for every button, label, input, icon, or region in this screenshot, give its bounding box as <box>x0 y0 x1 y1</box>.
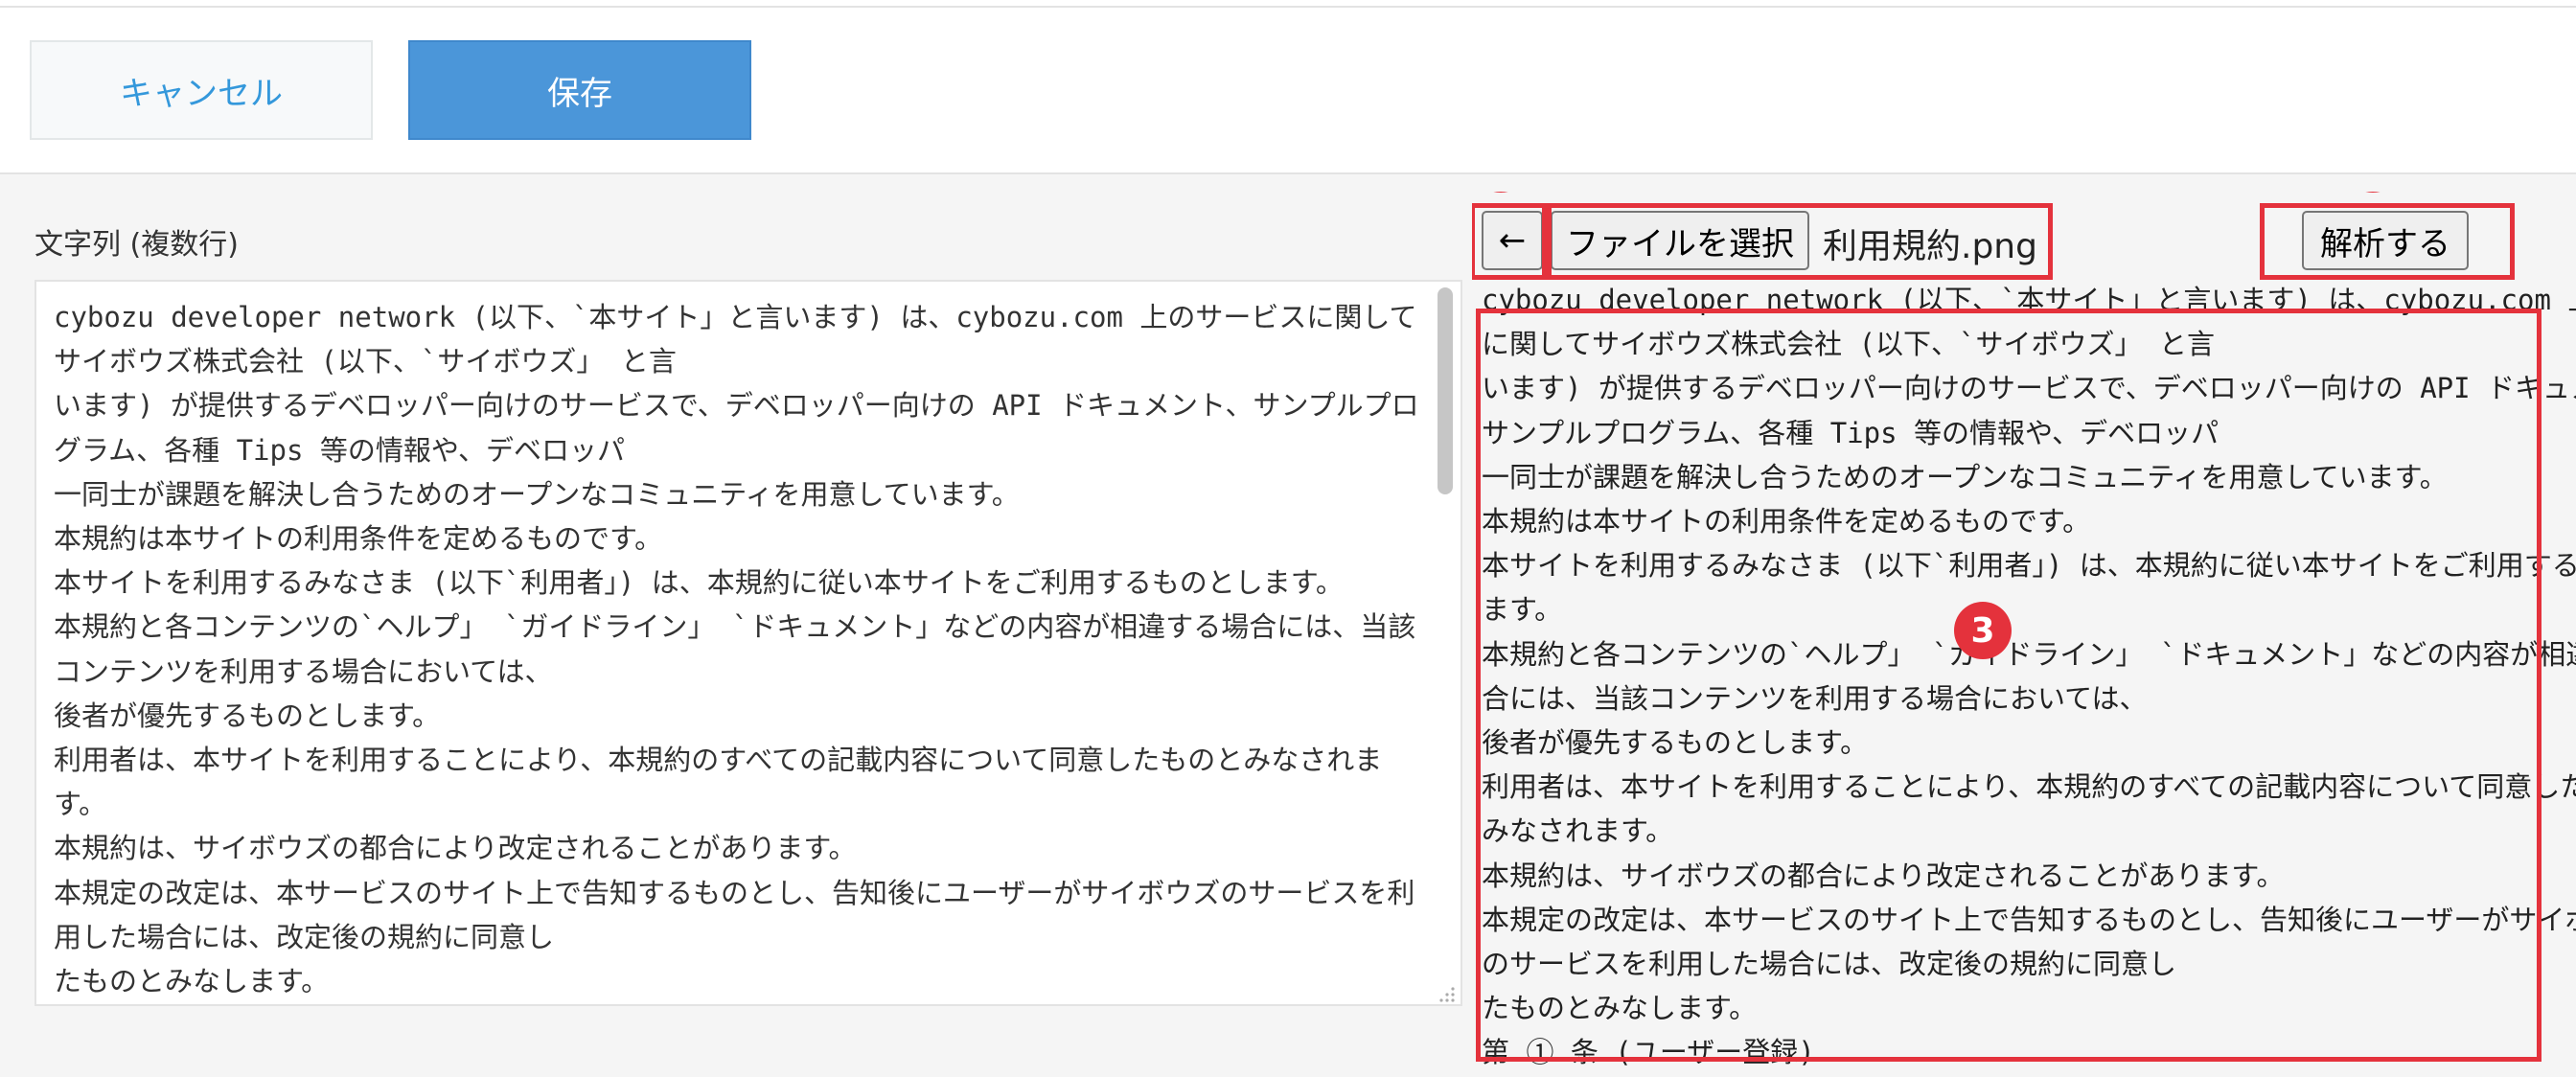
annotation-box-2 <box>2260 203 2515 280</box>
annotation-box-4 <box>1472 203 1547 280</box>
ocr-plugin-panel: ← ファイルを選択 利用規約.png 解析する cybozu developer… <box>1472 192 2576 1077</box>
multiline-text-value[interactable]: cybozu developer network (以下、`本サイト」と言います… <box>54 295 1434 1003</box>
resize-grip-icon[interactable] <box>1438 985 1457 1004</box>
annotation-badge-3: 3 <box>1954 602 2012 659</box>
record-edit-toolbar: キャンセル 保存 <box>0 8 2576 174</box>
annotation-box-1 <box>1547 203 2053 280</box>
multiline-text-field[interactable]: cybozu developer network (以下、`本サイト」と言います… <box>34 280 1462 1006</box>
annotation-badge-2: 2 <box>2344 192 2402 193</box>
annotation-box-3 <box>1476 309 2542 1062</box>
save-button[interactable]: 保存 <box>408 40 751 140</box>
cancel-button[interactable]: キャンセル <box>30 40 373 140</box>
multiline-text-field-label: 文字列 (複数行) <box>34 228 239 262</box>
annotation-badge-4: 4 <box>1472 192 1530 193</box>
top-divider <box>0 0 2576 8</box>
textarea-scrollbar[interactable] <box>1438 287 1453 494</box>
